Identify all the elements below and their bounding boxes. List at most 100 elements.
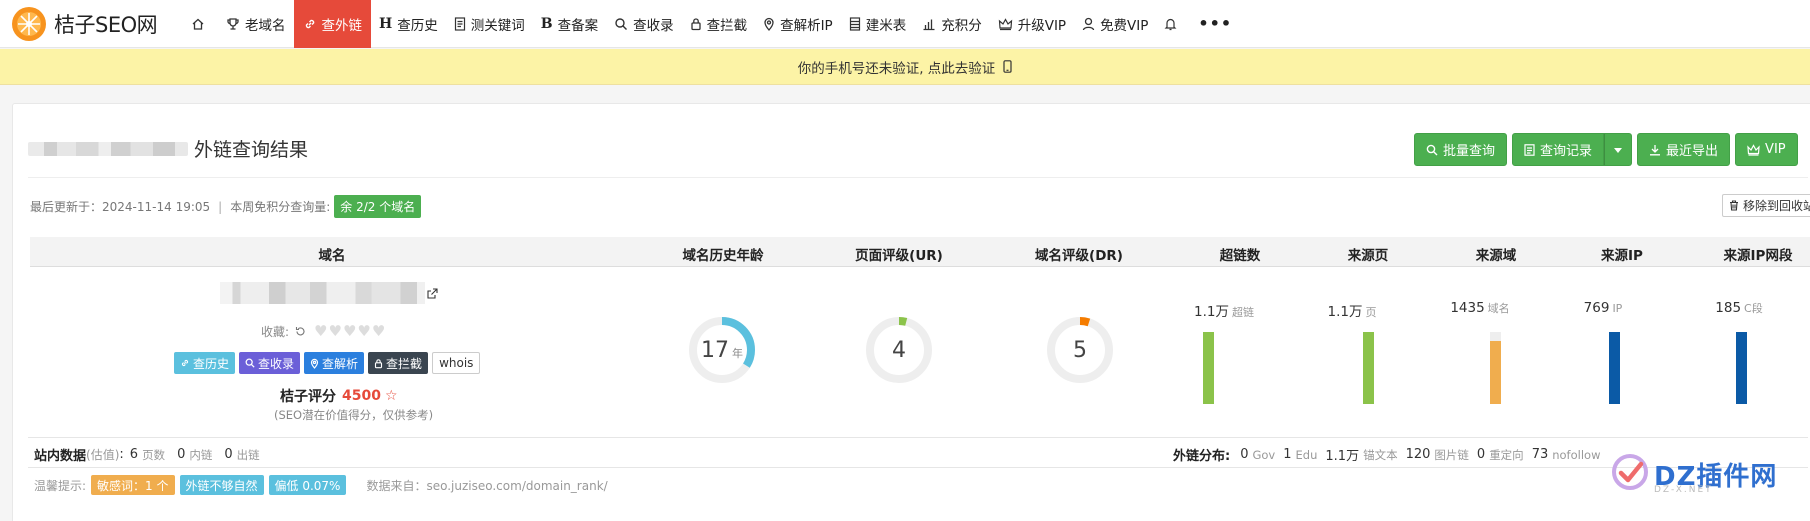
tag-block[interactable]: 查拦截: [368, 352, 429, 374]
nav-item-home[interactable]: [183, 0, 218, 48]
unnatural-links-badge[interactable]: 外链不够自然: [179, 475, 264, 495]
col-ref-pages: 来源页: [1347, 248, 1389, 264]
recent-export-label: 最近导出: [1666, 144, 1719, 159]
edu-value: 1: [1283, 447, 1292, 462]
nofollow-value: 73: [1531, 447, 1549, 462]
nav-item-beian[interactable]: B 查备案: [533, 0, 606, 48]
brand-logo[interactable]: 桔子SEO网: [0, 0, 183, 48]
dr-gauge: 5: [1046, 316, 1114, 384]
dz-check-logo-icon: [1610, 452, 1650, 496]
home-icon: [191, 17, 205, 31]
link-icon: [303, 17, 317, 31]
col-domain: 域名: [318, 248, 346, 264]
row-divider: [28, 437, 1808, 438]
move-to-recycle-button[interactable]: 移除到回收站: [1722, 194, 1810, 217]
page-title: 外链查询结果: [194, 139, 309, 161]
col-ref-ip-subnets: 来源IP网段: [1723, 248, 1793, 264]
watermark-subtext: DZ-X.NET: [1654, 485, 1713, 495]
nav-item-free-vip[interactable]: 免费VIP: [1074, 0, 1156, 48]
document-icon: [454, 16, 466, 31]
updated-label: 最后更新于：: [30, 200, 103, 214]
nav-item-old-domain[interactable]: 老域名: [218, 0, 294, 48]
image-link-label: 图片链: [1434, 447, 1469, 462]
nav-item-domain-table[interactable]: 建米表: [841, 0, 915, 48]
notification-bell[interactable]: [1156, 0, 1190, 48]
age-unit: 年: [732, 347, 743, 360]
low-ratio-badge[interactable]: 偏低 0.07%: [268, 475, 347, 495]
results-table-header: 域名 域名历史年龄 页面评级(UR) 域名评级(DR) 超链数 来源页 来源域 …: [30, 237, 1810, 267]
bar-ref-subnets: [1736, 332, 1747, 404]
recycle-label: 移除到回收站: [1743, 199, 1810, 213]
out-dist-label: 外链分布:: [1173, 449, 1231, 464]
bar-ref-domains: [1490, 332, 1501, 404]
outlink-distribution: 外链分布: 0 Gov 1 Edu 1.1万 锚文本 120 图片链 0 重定向 73 no…: [1173, 445, 1600, 464]
trophy-icon: [226, 17, 240, 31]
metric-unit: 超链: [1231, 306, 1254, 319]
metric-value: 1.1万: [1327, 304, 1363, 320]
col-domain-age: 域名历史年龄: [682, 248, 764, 264]
metric-value: 769: [1583, 300, 1610, 316]
nav-item-resolve-ip[interactable]: 查解析IP: [755, 0, 841, 48]
image-link-value: 120: [1405, 447, 1431, 462]
nofollow-label: nofollow: [1552, 447, 1601, 462]
inner-value: 0: [177, 447, 186, 462]
more-menu-button[interactable]: •••: [1190, 0, 1240, 48]
action-buttons: 批量查询 查询记录 最近导出 VIP: [1414, 133, 1803, 166]
data-source: 数据来自：seo.juziseo.com/domain_rank/: [366, 478, 608, 493]
age-number: 17: [701, 337, 729, 363]
meta-separator: |: [218, 199, 223, 214]
nav-item-history[interactable]: H 查历史: [371, 0, 446, 48]
user-icon: [1082, 17, 1095, 31]
col-dr: 域名评级(DR): [1035, 248, 1123, 264]
nav-item-backlinks[interactable]: 查外链: [293, 0, 371, 48]
banner-text: 你的手机号还未验证, 点此去验证: [797, 60, 996, 77]
query-history-group: 查询记录: [1512, 133, 1633, 166]
metric-unit: IP: [1612, 302, 1623, 315]
nav-item-recharge[interactable]: 充积分: [914, 0, 990, 48]
nav-item-label: 老域名: [245, 17, 286, 34]
redirect-value: 0: [1476, 447, 1486, 462]
search-icon: [614, 17, 628, 31]
nav-item-label: 升级VIP: [1017, 17, 1067, 34]
refresh-icon[interactable]: [295, 326, 306, 337]
tag-whois[interactable]: whois: [432, 352, 481, 374]
tag-resolve[interactable]: 查解析: [304, 352, 365, 374]
score-value: 4500: [342, 388, 381, 404]
crown-icon: [998, 17, 1013, 31]
phone-verify-banner[interactable]: 你的手机号还未验证, 点此去验证: [0, 49, 1810, 85]
metric-unit: 域名: [1487, 302, 1510, 315]
edu-label: Edu: [1295, 447, 1318, 462]
history-dropdown-toggle[interactable]: [1604, 133, 1633, 166]
outlink-value: 0: [224, 447, 233, 462]
vip-button[interactable]: VIP: [1735, 133, 1798, 166]
recent-export-button[interactable]: 最近导出: [1637, 133, 1731, 166]
nav-item-keywords[interactable]: 测关键词: [446, 0, 533, 48]
query-history-button[interactable]: 查询记录: [1512, 133, 1605, 166]
gov-label: Gov: [1252, 447, 1276, 462]
site-stats: 站内数据 (估值): 6 页数 0 内链 0 出链: [34, 447, 260, 464]
nav-item-label: 查收录: [633, 17, 674, 34]
anchor-label: 锚文本: [1363, 447, 1398, 462]
metric-value: 1435: [1450, 300, 1485, 316]
bar-fill: [1609, 332, 1620, 404]
col-hyperlinks: 超链数: [1219, 248, 1261, 264]
nav-item-block[interactable]: 查拦截: [682, 0, 756, 48]
external-link-icon[interactable]: [427, 287, 438, 299]
sensitive-words-badge[interactable]: 敏感词：1 个: [91, 475, 175, 495]
trash-icon: [1729, 200, 1739, 211]
metric-hyperlinks: 1.1万 超链: [1179, 300, 1269, 320]
nav-item-index[interactable]: 查收录: [606, 0, 682, 48]
nav-item-label: 查拦截: [706, 17, 748, 34]
h-letter-icon: H: [379, 15, 393, 32]
nav-item-upgrade-vip[interactable]: 升级VIP: [990, 0, 1074, 48]
heart-rating-icons[interactable]: ♥♥♥♥♥: [314, 322, 386, 340]
batch-query-button[interactable]: 批量查询: [1414, 133, 1508, 166]
domain-link-row[interactable]: [220, 282, 438, 304]
tag-history[interactable]: 查历史: [174, 352, 236, 374]
tag-index[interactable]: 查收录: [239, 352, 301, 374]
favorite-row: 收藏: ♥♥♥♥♥: [261, 322, 386, 340]
vip-label: VIP: [1765, 142, 1786, 157]
anchor-value: 1.1万: [1325, 449, 1360, 464]
download-icon: [1649, 144, 1661, 156]
tag-label: 查解析: [322, 356, 359, 371]
